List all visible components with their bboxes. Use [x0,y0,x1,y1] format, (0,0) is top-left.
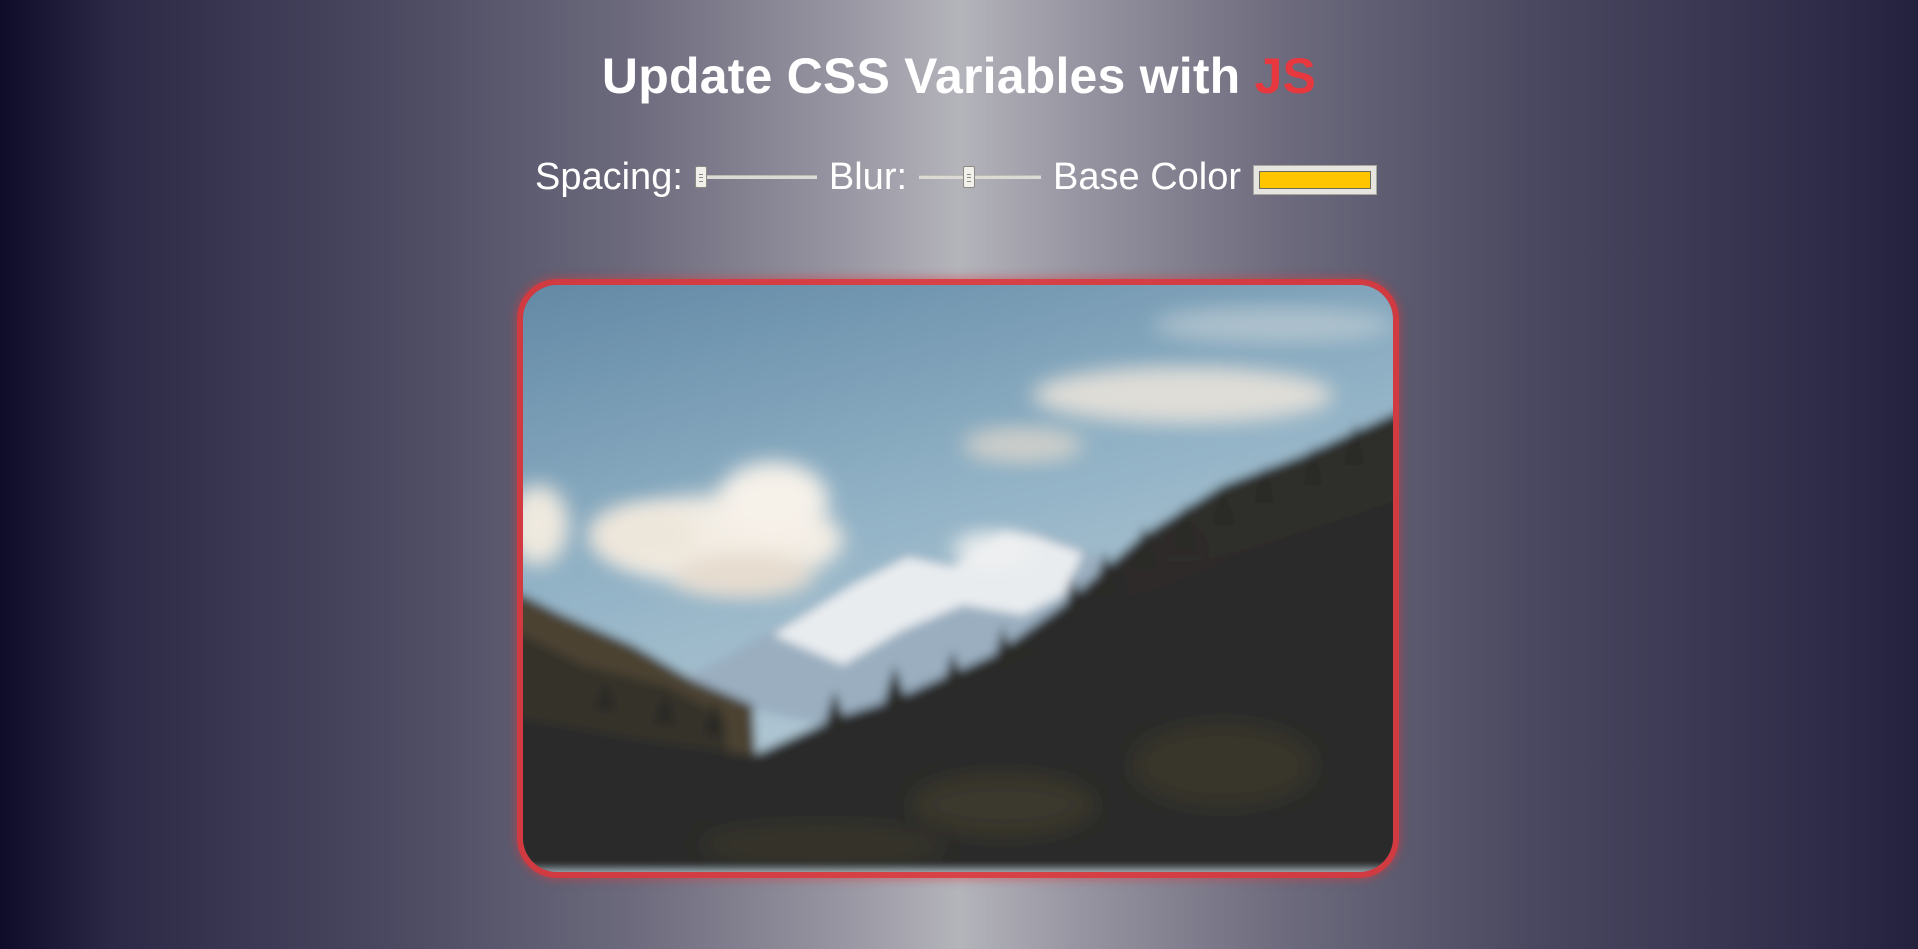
spacing-slider-thumb[interactable] [694,166,707,188]
page-title-highlight: JS [1254,48,1317,104]
blur-slider-track [919,175,1042,179]
spacing-slider[interactable] [694,165,817,189]
controls-bar: Spacing: Blur: Base Color [535,152,1378,202]
base-color-swatch [1259,171,1372,189]
spacing-slider-track [694,175,817,179]
page-title-text: Update CSS Variables with [601,48,1255,104]
base-color-label: Base Color [1053,155,1242,198]
mountain-landscape-photo-icon [523,285,1393,872]
blur-slider[interactable] [919,165,1042,189]
blur-slider-thumb[interactable] [963,166,976,188]
base-color-picker[interactable] [1253,165,1378,195]
page-title: Update CSS Variables with JS [0,48,1918,104]
blur-label: Blur: [828,155,908,198]
landscape-image [523,285,1393,872]
spacing-label: Spacing: [535,155,683,198]
